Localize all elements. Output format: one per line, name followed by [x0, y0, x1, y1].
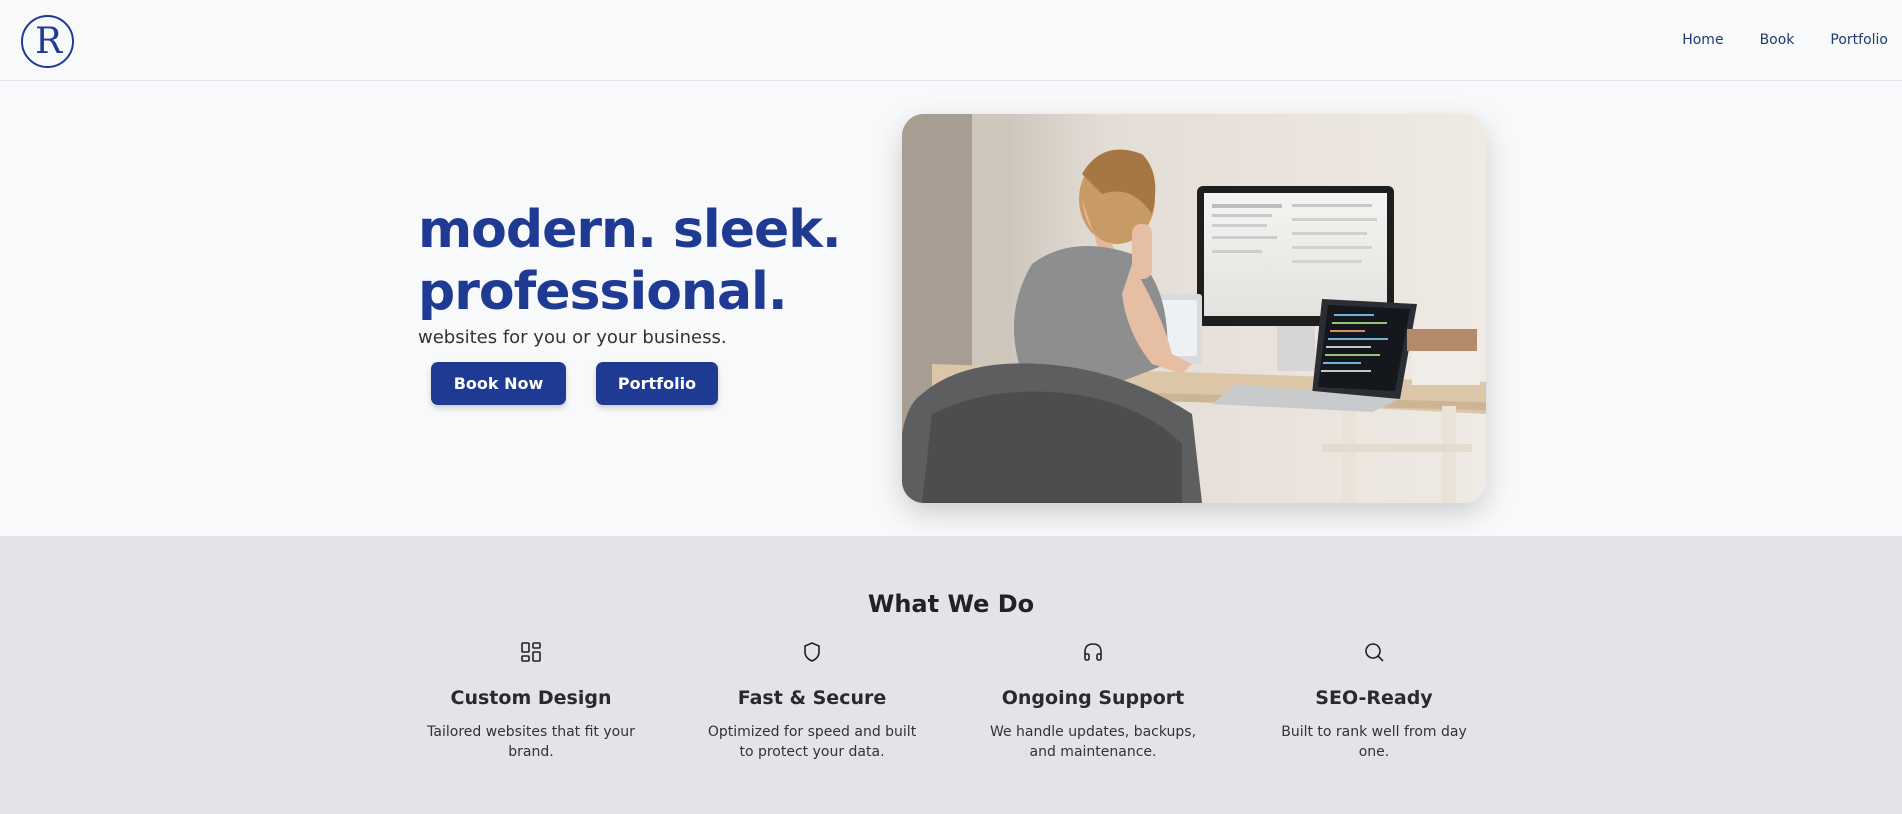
headline-line-1: modern. sleek. [418, 200, 842, 260]
search-icon [1365, 643, 1384, 662]
service-desc: Tailored websites that fit your brand. [427, 724, 635, 760]
hero-buttons: Book Now Portfolio [431, 362, 718, 405]
nav-book-link[interactable]: Book [1760, 32, 1795, 48]
hero-photo-illustration [902, 114, 1486, 503]
service-title: Custom Design [450, 687, 612, 709]
service-title: Fast & Secure [737, 687, 887, 709]
service-card-seo-ready: SEO-Ready Built to rank well from day on… [1254, 640, 1494, 762]
service-desc: Built to rank well from day one. [1281, 724, 1467, 760]
services-title: What We Do [867, 590, 1035, 618]
hero-section: modern. sleek. professional. websites fo… [0, 81, 1902, 536]
site-header: R Home Book Portfolio [0, 0, 1902, 81]
headphones-icon [1084, 643, 1102, 661]
service-desc: Optimized for speed and built to protect… [707, 724, 917, 760]
service-title: SEO-Ready [1315, 687, 1433, 709]
logo[interactable]: R [21, 15, 74, 68]
service-title: Ongoing Support [1001, 687, 1185, 709]
hero-text: modern. sleek. professional. websites fo… [418, 199, 858, 348]
logo-mark: R [34, 20, 62, 62]
service-card-custom-design: Custom Design Tailored websites that fit… [411, 640, 651, 762]
headline-line-2: professional. [418, 262, 788, 322]
service-card-ongoing-support: Ongoing Support We handle updates, backu… [973, 640, 1213, 762]
nav-portfolio-link[interactable]: Portfolio [1830, 32, 1888, 48]
hero-headline: modern. sleek. professional. [418, 199, 858, 323]
main-nav: Home Book Portfolio [1682, 32, 1888, 48]
book-now-button[interactable]: Book Now [431, 362, 566, 405]
hero-subhead: websites for you or your business. [418, 327, 727, 348]
nav-home-link[interactable]: Home [1682, 32, 1723, 48]
service-desc: We handle updates, backups, and maintena… [989, 724, 1197, 760]
shield-icon [804, 642, 820, 662]
services-section: What We Do Custom Design Tailored websit… [0, 536, 1902, 814]
portfolio-button[interactable]: Portfolio [596, 362, 718, 405]
grid-icon [521, 642, 541, 662]
hero-image [902, 114, 1486, 503]
service-card-fast-secure: Fast & Secure Optimized for speed and bu… [692, 640, 932, 762]
